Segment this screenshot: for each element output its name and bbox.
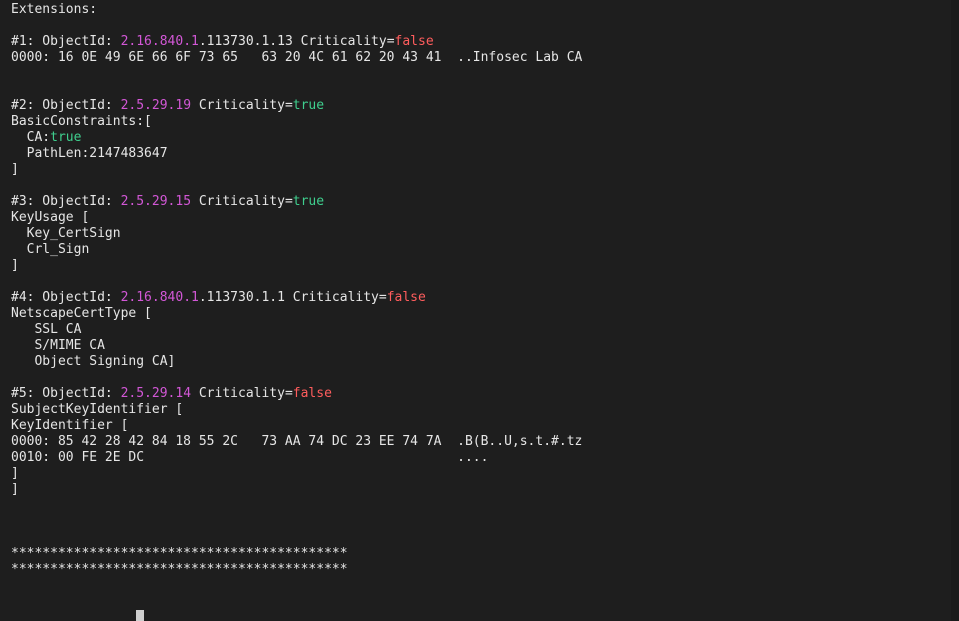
ext3-line: Crl_Sign xyxy=(11,242,90,257)
ext3-line: KeyUsage [ xyxy=(11,210,90,225)
command-prompt[interactable] xyxy=(11,610,145,621)
ext2-pathlen: PathLen:2147483647 xyxy=(11,146,168,161)
ext2-ca: CA:true xyxy=(11,130,82,145)
ext5-hex: 0010: 00 FE 2E DC .... xyxy=(11,450,489,465)
separator-stars: ****************************************… xyxy=(11,546,348,561)
ext5-hex: 0000: 85 42 28 42 84 18 55 2C 73 AA 74 D… xyxy=(11,434,583,449)
ext2-header: #2: ObjectId: 2.5.29.19 Criticality=true xyxy=(11,98,325,113)
ext4-line: S/MIME CA xyxy=(11,338,105,353)
ext5-line: KeyIdentifier [ xyxy=(11,418,129,433)
cursor-icon xyxy=(136,610,145,621)
terminal-output: Extensions: #1: ObjectId: 2.16.840.1.113… xyxy=(0,0,959,621)
extensions-header: Extensions: xyxy=(11,2,98,17)
ext3-close: ] xyxy=(11,258,19,273)
ext4-line: NetscapeCertType [ xyxy=(11,306,152,321)
ext3-line: Key_CertSign xyxy=(11,226,121,241)
ext4-header: #4: ObjectId: 2.16.840.1.113730.1.1 Crit… xyxy=(11,290,426,305)
ext3-oid: 2.5.29.15 xyxy=(120,194,192,209)
ext2-oid: 2.5.29.19 xyxy=(120,98,192,113)
ext5-close: ] xyxy=(11,482,19,497)
ext4-criticality: false xyxy=(386,290,426,305)
separator-stars: ****************************************… xyxy=(11,562,348,577)
ext4-oid: 2.16.840.1 xyxy=(120,290,199,305)
ext1-header: #1: ObjectId: 2.16.840.1.113730.1.13 Cri… xyxy=(11,34,434,49)
ext5-close: ] xyxy=(11,466,19,481)
scrollbar[interactable] xyxy=(951,0,959,621)
ext3-header: #3: ObjectId: 2.5.29.15 Criticality=true xyxy=(11,194,325,209)
ext1-criticality: false xyxy=(394,34,434,49)
ext2-close: ] xyxy=(11,162,19,177)
ext4-line: SSL CA xyxy=(11,322,82,337)
ext5-oid: 2.5.29.14 xyxy=(120,386,192,401)
ext1-hex: 0000: 16 0E 49 6E 66 6F 73 65 63 20 4C 6… xyxy=(11,50,583,65)
ext5-criticality: false xyxy=(292,386,332,401)
ext3-criticality: true xyxy=(292,194,325,209)
ext2-criticality: true xyxy=(292,98,325,113)
ext5-header: #5: ObjectId: 2.5.29.14 Criticality=fals… xyxy=(11,386,332,401)
ext5-line: SubjectKeyIdentifier [ xyxy=(11,402,184,417)
ext2-line: BasicConstraints:[ xyxy=(11,114,152,129)
ext4-line: Object Signing CA] xyxy=(11,354,176,369)
ext1-oid: 2.16.840.1 xyxy=(120,34,199,49)
